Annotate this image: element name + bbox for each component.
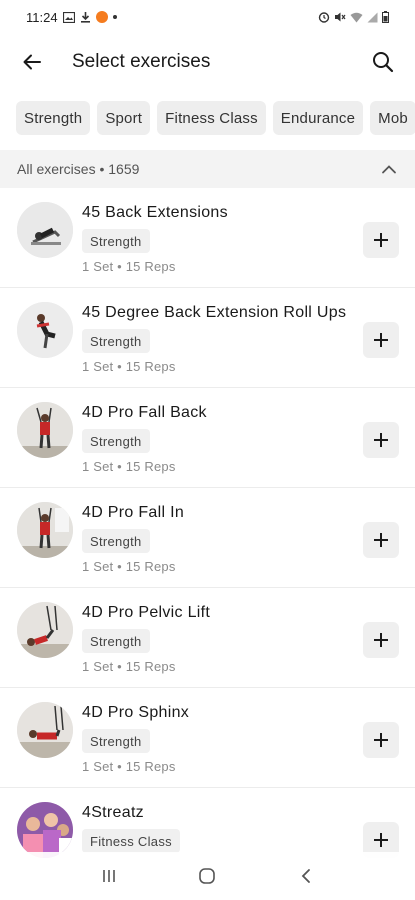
chip-endurance[interactable]: Endurance [272,101,364,135]
plus-icon [374,633,388,647]
system-back-button[interactable] [286,856,326,896]
exercise-thumbnail [17,202,73,258]
image-icon [62,11,75,23]
exercise-name: 4Streatz [82,804,144,821]
status-bar: 11:24 [0,0,415,34]
category-tag: Fitness Class [82,829,180,853]
chip-strength[interactable]: Strength [16,101,91,135]
category-tag: Strength [82,329,150,353]
battery-icon [382,11,389,23]
exercise-thumbnail [17,802,73,858]
exercise-info: 4D Pro Fall In Strength 1 Set • 15 Reps [82,502,399,574]
chip-fitness-class[interactable]: Fitness Class [157,101,266,135]
plus-icon [374,333,388,347]
page-title: Select exercises [72,51,211,72]
chip-mobility[interactable]: Mob [370,101,415,135]
sets-reps: 1 Set • 15 Reps [82,759,176,774]
home-icon [199,868,216,884]
exercise-list: 45 Back Extensions Strength 1 Set • 15 R… [0,188,415,888]
system-nav-bar [0,852,415,900]
list-item[interactable]: 4D Pro Fall Back Strength 1 Set • 15 Rep… [0,388,415,488]
signal-icon [367,12,378,22]
wifi-icon [350,12,363,22]
exercise-thumbnail [17,302,73,358]
status-right [318,11,389,23]
exercise-info: 45 Degree Back Extension Roll Ups Streng… [82,302,399,374]
sets-reps: 1 Set • 15 Reps [82,559,176,574]
category-tag: Strength [82,529,150,553]
add-exercise-button[interactable] [363,722,399,758]
plus-icon [374,233,388,247]
add-exercise-button[interactable] [363,422,399,458]
home-button[interactable] [187,856,227,896]
category-tag: Strength [82,729,150,753]
section-label: All exercises • 1659 [17,161,140,177]
alarm-icon [318,12,330,23]
dot-icon [112,15,117,19]
filter-chips: Strength Sport Fitness Class Endurance M… [0,90,415,146]
status-time: 11:24 [26,9,58,25]
list-item[interactable]: 4D Pro Fall In Strength 1 Set • 15 Reps [0,488,415,588]
arrow-left-icon [23,54,41,70]
section-header[interactable]: All exercises • 1659 [0,150,415,188]
list-item[interactable]: 45 Degree Back Extension Roll Ups Streng… [0,288,415,388]
add-exercise-button[interactable] [363,222,399,258]
recent-apps-icon [103,870,115,882]
plus-icon [374,733,388,747]
sphinx-figure-icon [17,702,73,758]
list-item[interactable]: 4D Pro Pelvic Lift Strength 1 Set • 15 R… [0,588,415,688]
chevron-up-icon [382,165,396,174]
fall-in-figure-icon [17,502,73,558]
plus-icon [374,833,388,847]
group-class-photo-icon [17,802,73,858]
back-button[interactable] [18,48,46,76]
notification-badge-icon [95,11,108,23]
add-exercise-button[interactable] [363,322,399,358]
plus-icon [374,533,388,547]
category-tag: Strength [82,429,150,453]
category-tag: Strength [82,229,150,253]
fall-back-figure-icon [17,402,73,458]
back-extension-figure-icon [17,202,73,258]
sets-reps: 1 Set • 15 Reps [82,259,176,274]
exercise-thumbnail [17,602,73,658]
exercise-name: 4D Pro Pelvic Lift [82,604,211,621]
collapse-toggle[interactable] [379,159,399,179]
download-icon [80,12,90,23]
plus-icon [374,433,388,447]
exercise-name: 45 Degree Back Extension Roll Ups [82,304,347,321]
recent-apps-button[interactable] [89,856,129,896]
sets-reps: 1 Set • 15 Reps [82,359,176,374]
exercise-thumbnail [17,702,73,758]
exercise-name: 4D Pro Fall In [82,504,185,521]
search-icon [373,52,394,73]
roll-up-figure-icon [17,302,73,358]
mute-icon [335,12,346,22]
exercise-info: 4D Pro Pelvic Lift Strength 1 Set • 15 R… [82,602,399,674]
category-tag: Strength [82,629,150,653]
exercise-name: 4D Pro Sphinx [82,704,190,721]
add-exercise-button[interactable] [363,622,399,658]
add-exercise-button[interactable] [363,522,399,558]
exercise-thumbnail [17,502,73,558]
chip-sport[interactable]: Sport [97,101,151,135]
sets-reps: 1 Set • 15 Reps [82,659,176,674]
exercise-info: 45 Back Extensions Strength 1 Set • 15 R… [82,202,399,274]
exercise-info: 4Streatz Fitness Class [82,802,399,853]
exercise-name: 4D Pro Fall Back [82,404,207,421]
sets-reps: 1 Set • 15 Reps [82,459,176,474]
exercise-info: 4D Pro Sphinx Strength 1 Set • 15 Reps [82,702,399,774]
pelvic-lift-figure-icon [17,602,73,658]
list-item[interactable]: 45 Back Extensions Strength 1 Set • 15 R… [0,188,415,288]
app-bar: Select exercises [0,34,415,90]
list-item[interactable]: 4D Pro Sphinx Strength 1 Set • 15 Reps [0,688,415,788]
exercise-thumbnail [17,402,73,458]
search-button[interactable] [367,46,399,78]
status-left: 11:24 [26,10,117,25]
exercise-info: 4D Pro Fall Back Strength 1 Set • 15 Rep… [82,402,399,474]
back-icon [301,869,310,883]
exercise-name: 45 Back Extensions [82,204,228,221]
